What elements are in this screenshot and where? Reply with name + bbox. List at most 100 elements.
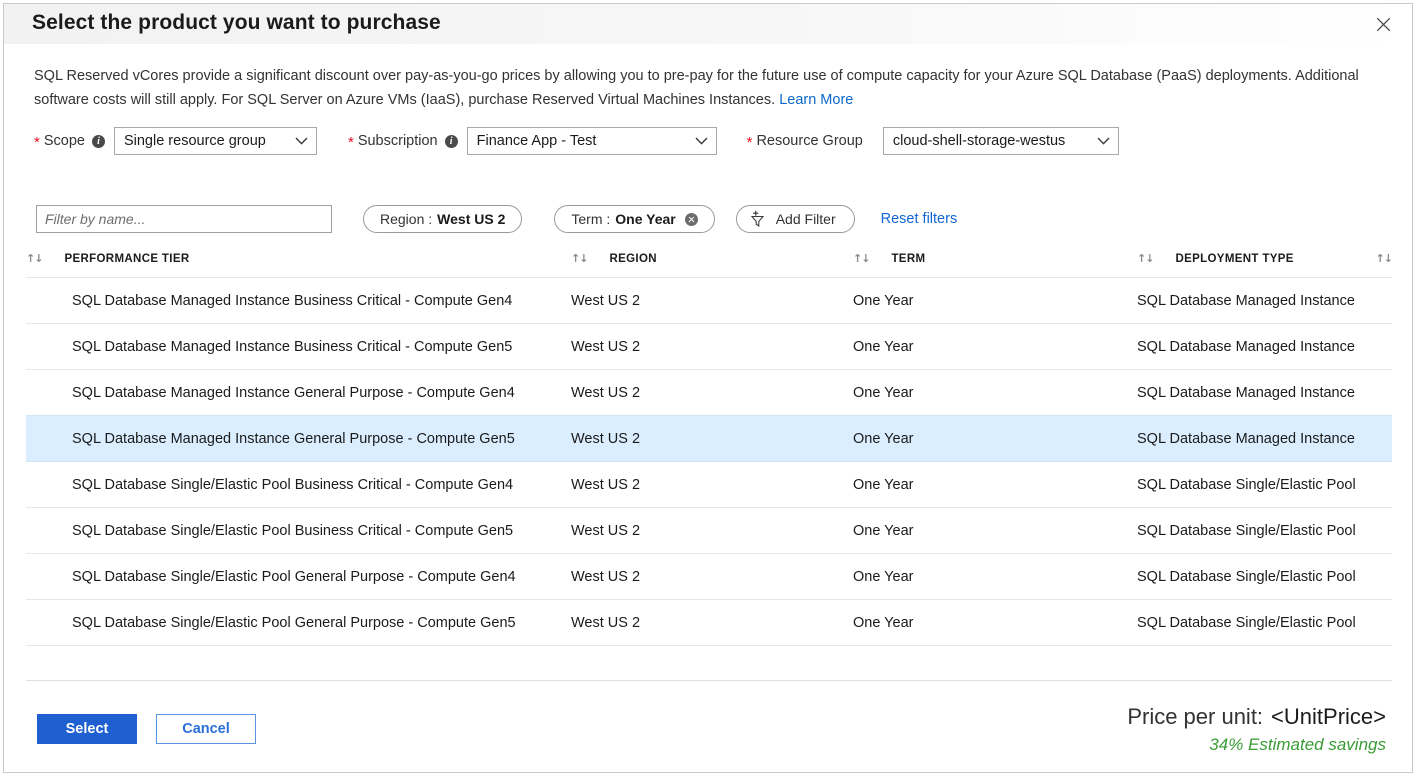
table-body: SQL Database Managed Instance Business C… — [26, 278, 1392, 646]
cell-deployment-type: SQL Database Managed Instance — [1137, 324, 1392, 370]
add-filter-label: Add Filter — [776, 211, 836, 227]
table-row[interactable]: SQL Database Single/Elastic Pool Busines… — [26, 508, 1392, 554]
subscription-field: * Subscription i Finance App - Test — [348, 127, 717, 155]
column-header-label: DEPLOYMENT TYPE — [1175, 253, 1293, 265]
scope-field: * Scope i Single resource group — [34, 127, 317, 155]
cell-term: One Year — [853, 324, 1137, 370]
cell-deployment-type: SQL Database Single/Elastic Pool — [1137, 600, 1392, 646]
table-row[interactable]: SQL Database Managed Instance Business C… — [26, 278, 1392, 324]
scope-dropdown[interactable]: Single resource group — [114, 127, 317, 155]
cancel-button[interactable]: Cancel — [156, 714, 256, 744]
dialog-description: SQL Reserved vCores provide a significan… — [34, 64, 1374, 112]
cell-deployment-type: SQL Database Single/Elastic Pool — [1137, 554, 1392, 600]
cell-term: One Year — [853, 370, 1137, 416]
required-indicator: * — [34, 135, 40, 150]
price-per-unit: Price per unit: <UnitPrice> — [1127, 704, 1386, 730]
sort-icon[interactable]: ↑↓ — [1137, 252, 1153, 265]
estimated-savings: 34% Estimated savings — [1127, 735, 1386, 755]
learn-more-link[interactable]: Learn More — [779, 92, 853, 108]
filter-pill-term[interactable]: Term : One Year — [554, 205, 714, 233]
scope-label: Scope — [44, 133, 85, 149]
chevron-down-icon — [295, 132, 308, 150]
subscription-dropdown[interactable]: Finance App - Test — [467, 127, 717, 155]
cell-performance-tier: SQL Database Managed Instance Business C… — [26, 324, 571, 370]
table-header: ↑↓ PERFORMANCE TIER ↑↓ REGION — [26, 252, 1392, 278]
table-row[interactable]: SQL Database Single/Elastic Pool General… — [26, 600, 1392, 646]
cell-term: One Year — [853, 278, 1137, 324]
table-row[interactable]: SQL Database Single/Elastic Pool Busines… — [26, 462, 1392, 508]
cell-term: One Year — [853, 416, 1137, 462]
price-summary: Price per unit: <UnitPrice> 34% Estimated… — [1127, 704, 1386, 755]
cell-region: West US 2 — [571, 278, 853, 324]
filter-pill-region-label: Region : — [380, 211, 432, 227]
cell-performance-tier: SQL Database Single/Elastic Pool Busines… — [26, 462, 571, 508]
add-filter-button[interactable]: Add Filter — [736, 205, 855, 233]
column-header-deployment-type[interactable]: ↑↓ DEPLOYMENT TYPE ↑↓ — [1137, 252, 1392, 278]
sort-icon[interactable]: ↑↓ — [853, 252, 869, 265]
filter-bar: Region : West US 2 Term : One Year Add F… — [36, 205, 957, 233]
cell-deployment-type: SQL Database Single/Elastic Pool — [1137, 462, 1392, 508]
column-header-label: PERFORMANCE TIER — [64, 253, 189, 265]
resource-group-dropdown[interactable]: cloud-shell-storage-westus — [883, 127, 1119, 155]
column-header-label: REGION — [609, 253, 656, 265]
chevron-down-icon — [1097, 132, 1110, 150]
column-header-region[interactable]: ↑↓ REGION — [571, 252, 853, 278]
cell-deployment-type: SQL Database Managed Instance — [1137, 370, 1392, 416]
cell-term: One Year — [853, 462, 1137, 508]
cell-region: West US 2 — [571, 416, 853, 462]
reset-filters-link[interactable]: Reset filters — [881, 211, 958, 227]
select-button[interactable]: Select — [37, 714, 137, 744]
required-indicator: * — [348, 135, 354, 150]
info-icon[interactable]: i — [92, 135, 105, 148]
price-label: Price per unit: — [1127, 704, 1263, 729]
table-row[interactable]: SQL Database Managed Instance General Pu… — [26, 370, 1392, 416]
cell-term: One Year — [853, 508, 1137, 554]
cell-performance-tier: SQL Database Single/Elastic Pool General… — [26, 600, 571, 646]
dialog-header: Select the product you want to purchase — [4, 4, 1412, 44]
scope-selectors: * Scope i Single resource group * Subscr… — [34, 127, 1119, 155]
cell-deployment-type: SQL Database Managed Instance — [1137, 278, 1392, 324]
cell-term: One Year — [853, 600, 1137, 646]
funnel-plus-icon — [749, 210, 768, 228]
cell-deployment-type: SQL Database Single/Elastic Pool — [1137, 508, 1392, 554]
footer-divider — [26, 680, 1392, 681]
required-indicator: * — [747, 135, 753, 150]
resource-group-label: Resource Group — [756, 133, 862, 149]
cell-performance-tier: SQL Database Managed Instance General Pu… — [26, 370, 571, 416]
cell-performance-tier: SQL Database Managed Instance General Pu… — [26, 416, 571, 462]
remove-filter-icon[interactable] — [685, 213, 698, 226]
column-header-label: TERM — [891, 253, 925, 265]
sort-icon[interactable]: ↑↓ — [1376, 252, 1392, 265]
dialog-footer: Select Cancel Price per unit: <UnitPrice>… — [4, 694, 1412, 774]
column-header-performance-tier[interactable]: ↑↓ PERFORMANCE TIER — [26, 252, 571, 278]
column-header-term[interactable]: ↑↓ TERM — [853, 252, 1137, 278]
resource-group-dropdown-value: cloud-shell-storage-westus — [884, 133, 1091, 149]
purchase-product-dialog: Select the product you want to purchase … — [3, 3, 1413, 773]
cell-performance-tier: SQL Database Managed Instance Business C… — [26, 278, 571, 324]
cell-performance-tier: SQL Database Single/Elastic Pool General… — [26, 554, 571, 600]
table-row[interactable]: SQL Database Managed Instance Business C… — [26, 324, 1392, 370]
page-title: Select the product you want to purchase — [32, 11, 441, 35]
table-row-selected[interactable]: SQL Database Managed Instance General Pu… — [26, 416, 1392, 462]
search-input[interactable] — [36, 205, 332, 233]
subscription-label: Subscription — [358, 133, 438, 149]
products-table: ↑↓ PERFORMANCE TIER ↑↓ REGION — [26, 252, 1392, 646]
cell-region: West US 2 — [571, 462, 853, 508]
resource-group-field: * Resource Group cloud-shell-storage-wes… — [747, 127, 1119, 155]
cell-region: West US 2 — [571, 508, 853, 554]
screenshot-root: Select the product you want to purchase … — [0, 0, 1418, 778]
sort-icon[interactable]: ↑↓ — [571, 252, 587, 265]
scope-dropdown-value: Single resource group — [115, 133, 292, 149]
filter-pill-term-value: One Year — [615, 211, 675, 227]
cell-region: West US 2 — [571, 600, 853, 646]
close-icon[interactable] — [1368, 10, 1398, 38]
table-row[interactable]: SQL Database Single/Elastic Pool General… — [26, 554, 1392, 600]
chevron-down-icon — [695, 132, 708, 150]
subscription-dropdown-value: Finance App - Test — [468, 133, 623, 149]
filter-pill-region[interactable]: Region : West US 2 — [363, 205, 522, 233]
price-value: <UnitPrice> — [1271, 704, 1386, 729]
sort-icon[interactable]: ↑↓ — [26, 252, 42, 265]
table-bottom-divider — [26, 645, 1392, 646]
cell-region: West US 2 — [571, 554, 853, 600]
info-icon[interactable]: i — [445, 135, 458, 148]
